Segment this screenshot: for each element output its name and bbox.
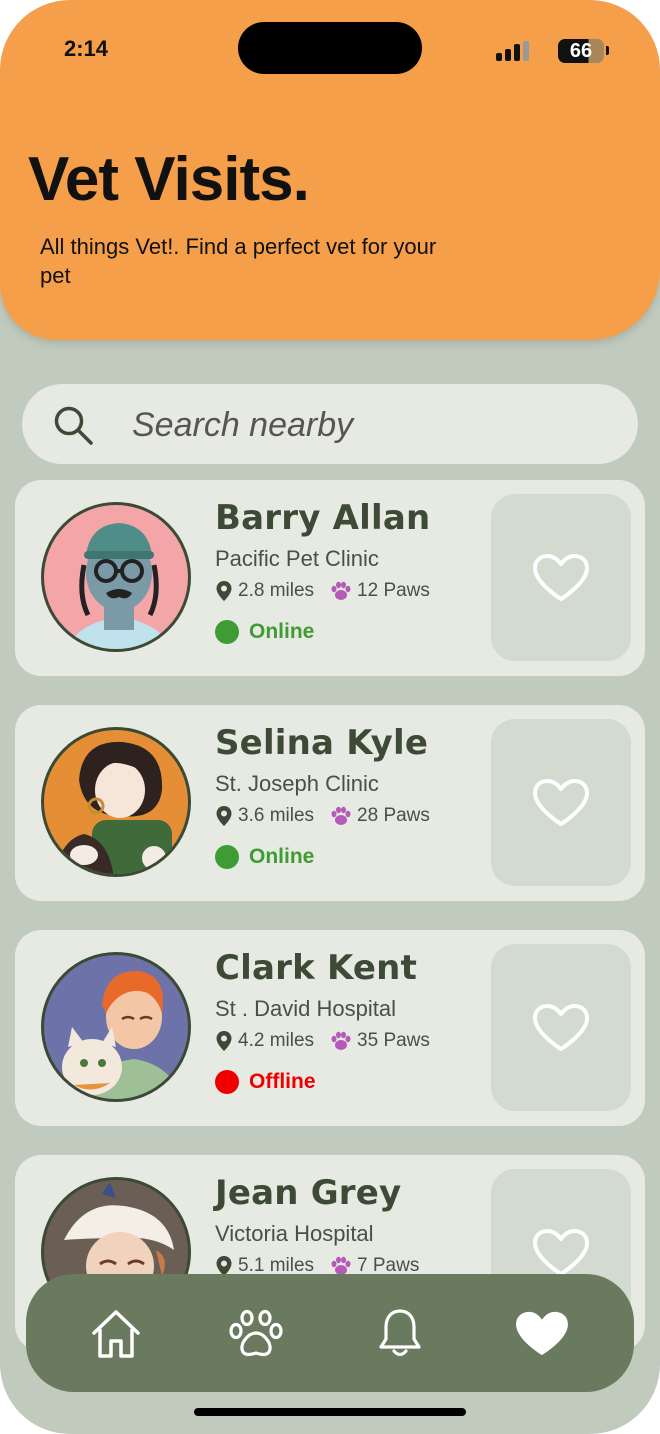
status-dot xyxy=(215,845,239,869)
clinic-name: St. Joseph Clinic xyxy=(215,771,379,796)
home-icon xyxy=(92,1310,140,1358)
status-label: Offline xyxy=(249,1070,316,1093)
paws-count: 28 Paws xyxy=(357,805,430,826)
clinic-name: Pacific Pet Clinic xyxy=(215,546,379,571)
heart-icon xyxy=(516,1311,568,1356)
vet-name: Barry Allan xyxy=(215,498,431,538)
vet-meta: 2.8 miles 12 Paws xyxy=(215,580,430,602)
vet-card[interactable]: Selina Kyle St. Joseph Clinic 3.6 miles … xyxy=(15,705,645,901)
nav-notifications[interactable] xyxy=(370,1304,430,1364)
clinic-name: St . David Hospital xyxy=(215,996,396,1021)
nav-home[interactable] xyxy=(86,1304,146,1364)
battery-tip xyxy=(606,46,609,55)
signal-icon xyxy=(496,41,530,61)
heart-outline-icon xyxy=(533,778,589,826)
nav-favorites[interactable] xyxy=(512,1304,572,1364)
favorite-button[interactable] xyxy=(491,494,631,661)
status-time: 2:14 xyxy=(64,36,109,61)
vet-name: Clark Kent xyxy=(215,948,418,988)
nav-paws[interactable] xyxy=(226,1304,286,1364)
page-subtitle: All things Vet!. Find a perfect vet for … xyxy=(40,234,437,288)
paw-icon xyxy=(229,1309,283,1357)
vet-card[interactable]: Barry Allan Pacific Pet Clinic 2.8 miles… xyxy=(15,480,645,676)
status-badge: Online xyxy=(215,620,314,644)
distance: 4.2 miles xyxy=(238,1030,315,1051)
vet-name: Jean Grey xyxy=(215,1173,402,1213)
clinic-name: Victoria Hospital xyxy=(215,1221,374,1246)
vet-meta: 4.2 miles 35 Paws xyxy=(215,1030,430,1052)
distance: 3.6 miles xyxy=(238,805,315,826)
status-badge: Online xyxy=(215,845,314,869)
paw-icon xyxy=(331,581,351,600)
paws-count: 35 Paws xyxy=(357,1030,430,1051)
dynamic-island xyxy=(238,22,422,74)
vet-name: Selina Kyle xyxy=(215,723,429,763)
paws-count: 12 Paws xyxy=(357,580,430,601)
favorite-button[interactable] xyxy=(491,944,631,1111)
status-label: Online xyxy=(249,845,315,868)
location-pin-icon xyxy=(216,806,232,826)
header: 2:14 66 Vet Visits. All things Vet!. Fin… xyxy=(0,0,660,340)
status-label: Online xyxy=(249,620,315,643)
search-icon[interactable] xyxy=(52,404,94,446)
app-screen: 2:14 66 Vet Visits. All things Vet!. Fin… xyxy=(0,0,660,1434)
status-badge: Offline xyxy=(215,1070,316,1094)
location-pin-icon xyxy=(216,1031,232,1051)
avatar xyxy=(41,727,191,877)
avatar xyxy=(41,952,191,1102)
bell-icon xyxy=(379,1309,421,1357)
status-dot xyxy=(215,620,239,644)
bottom-nav xyxy=(26,1274,634,1392)
heart-outline-icon xyxy=(533,1003,589,1051)
paw-icon xyxy=(331,1031,351,1050)
heart-outline-icon xyxy=(533,1228,589,1276)
distance: 2.8 miles xyxy=(238,580,315,601)
avatar xyxy=(41,502,191,652)
status-dot xyxy=(215,1070,239,1094)
location-pin-icon xyxy=(216,581,232,601)
home-indicator xyxy=(194,1408,466,1416)
vet-meta: 3.6 miles 28 Paws xyxy=(215,805,430,827)
paw-icon xyxy=(331,1256,351,1275)
vet-card[interactable]: Clark Kent St . David Hospital 4.2 miles… xyxy=(15,930,645,1126)
search-input[interactable] xyxy=(130,400,614,450)
heart-outline-icon xyxy=(533,553,589,601)
paw-icon xyxy=(331,806,351,825)
battery-icon: 66 xyxy=(558,39,604,63)
search-bar[interactable] xyxy=(22,384,638,464)
page-title: Vet Visits. xyxy=(28,145,310,214)
favorite-button[interactable] xyxy=(491,719,631,886)
